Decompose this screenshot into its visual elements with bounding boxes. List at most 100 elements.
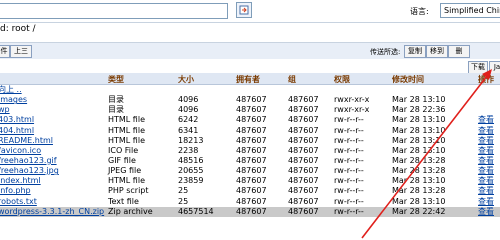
file-modified: Mar 28 13:10 — [392, 95, 446, 105]
view-link[interactable]: 查看 — [478, 146, 494, 156]
file-owner: 487607 — [236, 145, 267, 155]
file-perms: rw-r--r-- — [334, 155, 364, 165]
header-perms[interactable]: 权限 — [334, 74, 350, 85]
file-group: 487607 — [288, 115, 319, 125]
file-group: 487607 — [288, 105, 319, 115]
table-row: info.php PHP script 25 487607 487607 rw-… — [0, 186, 500, 196]
file-modified: Mar 28 13:10 — [392, 176, 446, 186]
file-name[interactable]: index.html — [0, 176, 41, 186]
table-row: 404.html HTML file 6341 487607 487607 rw… — [0, 126, 500, 136]
file-name[interactable]: wp — [0, 105, 10, 115]
file-type: JPEG file — [108, 166, 142, 176]
file-type: HTML file — [108, 125, 145, 135]
file-owner: 487607 — [236, 115, 267, 125]
table-row: README.html HTML file 18213 487607 48760… — [0, 136, 500, 146]
file-modified: Mar 28 13:28 — [392, 186, 446, 196]
view-link[interactable]: 查看 — [478, 156, 494, 166]
file-name[interactable]: README.html — [0, 136, 53, 146]
copy-button[interactable]: 复制 — [404, 45, 426, 58]
header-owner[interactable]: 拥有者 — [236, 74, 260, 85]
file-owner: 487607 — [236, 166, 267, 176]
file-type: HTML file — [108, 135, 145, 145]
file-type: ICO File — [108, 145, 139, 155]
file-type: 目录 — [108, 105, 124, 115]
file-group: 487607 — [288, 186, 319, 196]
file-name[interactable]: freehao123.jpg — [0, 166, 59, 176]
language-select[interactable]: Simplified Chine — [440, 3, 500, 18]
view-link[interactable]: 查看 — [478, 197, 494, 207]
file-modified: Mar 28 22:42 — [392, 206, 446, 216]
file-perms: rw-r--r-- — [334, 186, 364, 196]
top-bar: 语言: Simplified Chine — [0, 0, 500, 23]
file-perms: rw-r--r-- — [334, 206, 364, 216]
current-directory: d: root / — [0, 24, 36, 34]
table-row: wp 目录 4096 487607 487607 rwxr-xr-x Mar 2… — [0, 105, 500, 115]
file-type: HTML file — [108, 115, 145, 125]
go-button[interactable] — [236, 2, 252, 18]
file-owner: 487607 — [236, 206, 267, 216]
view-link[interactable]: 查看 — [478, 186, 494, 196]
file-perms: rwxr-xr-x — [334, 105, 370, 115]
language-label: 语言: — [410, 7, 429, 16]
move-button[interactable]: 移到 — [426, 45, 448, 58]
file-name[interactable]: freehao123.gif — [0, 156, 57, 166]
header-action: 操作 — [478, 75, 494, 84]
file-name[interactable]: favicon.ico — [0, 146, 41, 156]
file-type: Text file — [108, 196, 139, 206]
header-size[interactable]: 大小 — [178, 74, 194, 85]
file-group: 487607 — [288, 155, 319, 165]
file-modified: Mar 28 13:10 — [392, 196, 446, 206]
file-name[interactable]: 向上 .. — [0, 85, 22, 95]
file-perms: rw-r--r-- — [334, 145, 364, 155]
file-perms: rw-r--r-- — [334, 135, 364, 145]
view-link[interactable]: 查看 — [478, 166, 494, 176]
view-link[interactable]: 查看 — [478, 176, 494, 186]
file-name[interactable]: robots.txt — [0, 197, 37, 207]
header-group[interactable]: 组 — [288, 74, 296, 85]
table-row: index.html HTML file 23859 487607 487607… — [0, 176, 500, 186]
view-link[interactable]: 查看 — [478, 115, 494, 125]
file-name[interactable]: 403.html — [0, 115, 34, 125]
file-size: 2238 — [178, 145, 199, 155]
toolbar-button-2[interactable]: 上三 — [10, 45, 32, 58]
file-group: 487607 — [288, 135, 319, 145]
file-name[interactable]: images — [0, 95, 27, 105]
toolbar: 件 上三 传送所选: 复制 移到 删 — [0, 42, 500, 60]
file-modified: Mar 28 13:10 — [392, 145, 446, 155]
file-size: 6242 — [178, 115, 199, 125]
file-group: 487607 — [288, 95, 319, 105]
file-name[interactable]: wordpress-3.3.1-zh_CN.zip — [0, 207, 104, 217]
file-owner: 487607 — [236, 155, 267, 165]
file-size: 4096 — [178, 95, 199, 105]
file-modified: Mar 28 13:10 — [392, 125, 446, 135]
file-modified: Mar 28 13:10 — [392, 115, 446, 125]
table-row: robots.txt Text file 25 487607 487607 rw… — [0, 197, 500, 207]
toolbar-button-1[interactable]: 件 — [0, 45, 10, 58]
file-owner: 487607 — [236, 95, 267, 105]
view-link[interactable]: 查看 — [478, 126, 494, 136]
file-name[interactable]: 404.html — [0, 126, 34, 136]
file-perms: rwxr-xr-x — [334, 95, 370, 105]
file-group: 487607 — [288, 206, 319, 216]
file-size: 4657514 — [178, 206, 214, 216]
file-perms: rw-r--r-- — [334, 166, 364, 176]
header-modified[interactable]: 修改时间 — [392, 74, 424, 85]
file-type: 目录 — [108, 95, 124, 105]
selection-label: 传送所选: — [370, 48, 401, 56]
view-link[interactable]: 查看 — [478, 207, 494, 217]
file-name[interactable]: info.php — [0, 186, 31, 196]
table-row-selected: wordpress-3.3.1-zh_CN.zip Zip archive 46… — [0, 206, 500, 217]
file-owner: 487607 — [236, 105, 267, 115]
go-icon — [239, 5, 249, 15]
view-link[interactable]: 查看 — [478, 136, 494, 146]
delete-button[interactable]: 删 — [448, 45, 470, 58]
file-size: 20655 — [178, 166, 204, 176]
sub-toolbar: 下载 Ja — [0, 59, 500, 74]
table-row: favicon.ico ICO File 2238 487607 487607 … — [0, 146, 500, 156]
file-perms: rw-r--r-- — [334, 125, 364, 135]
file-type: GIF file — [108, 155, 136, 165]
file-owner: 487607 — [236, 196, 267, 206]
header-type[interactable]: 类型 — [108, 74, 124, 85]
address-input[interactable] — [0, 3, 228, 19]
file-group: 487607 — [288, 145, 319, 155]
